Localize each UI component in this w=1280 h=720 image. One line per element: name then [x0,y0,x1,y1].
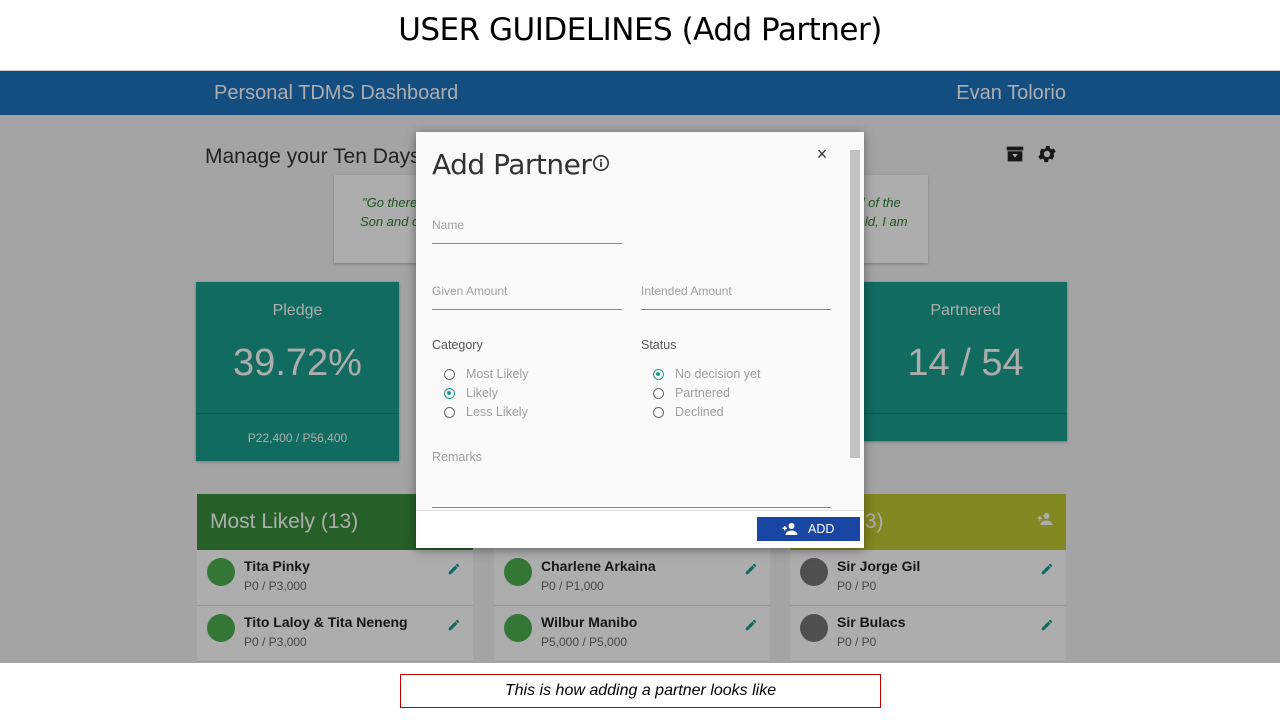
add-button-label: ADD [808,522,835,536]
radio-label: No decision yet [675,367,761,381]
intended-amount-field[interactable] [641,282,831,310]
add-partner-dialog: Add Partner × Category Most Likely Likel… [416,132,864,548]
radio-circle[interactable] [444,369,455,380]
radio-label: Declined [675,405,724,419]
radio-circle[interactable] [653,369,664,380]
radio-label: Less Likely [466,405,528,419]
radio-label: Partnered [675,386,730,400]
radio-circle[interactable] [653,388,664,399]
radio-label: Likely [466,386,498,400]
dialog-title: Add Partner [432,148,592,181]
radio-circle[interactable] [444,388,455,399]
add-person-icon [782,523,798,535]
name-field[interactable] [432,216,622,244]
radio-label: Most Likely [466,367,529,381]
add-button[interactable]: ADD [757,517,860,541]
app-screenshot: Personal TDMS Dashboard Evan Tolorio Man… [0,70,1280,663]
scroll-thumb[interactable] [850,150,860,458]
info-icon[interactable] [592,154,610,172]
dialog-footer: ADD [416,510,864,548]
remarks-label[interactable]: Remarks [432,450,482,464]
slide-title: USER GUIDELINES (Add Partner) [398,12,882,48]
remarks-field[interactable] [432,507,831,508]
given-amount-field[interactable] [432,282,622,310]
radio-circle[interactable] [653,407,664,418]
name-input[interactable] [432,218,622,232]
slide-caption: This is how adding a partner looks like [400,674,881,708]
radio-circle[interactable] [444,407,455,418]
dialog-scrollbar[interactable] [848,134,862,508]
status-label: Status [641,338,677,352]
intended-amount-input[interactable] [641,284,831,298]
close-icon[interactable]: × [814,144,830,165]
given-amount-input[interactable] [432,284,622,298]
category-label: Category [432,338,483,352]
